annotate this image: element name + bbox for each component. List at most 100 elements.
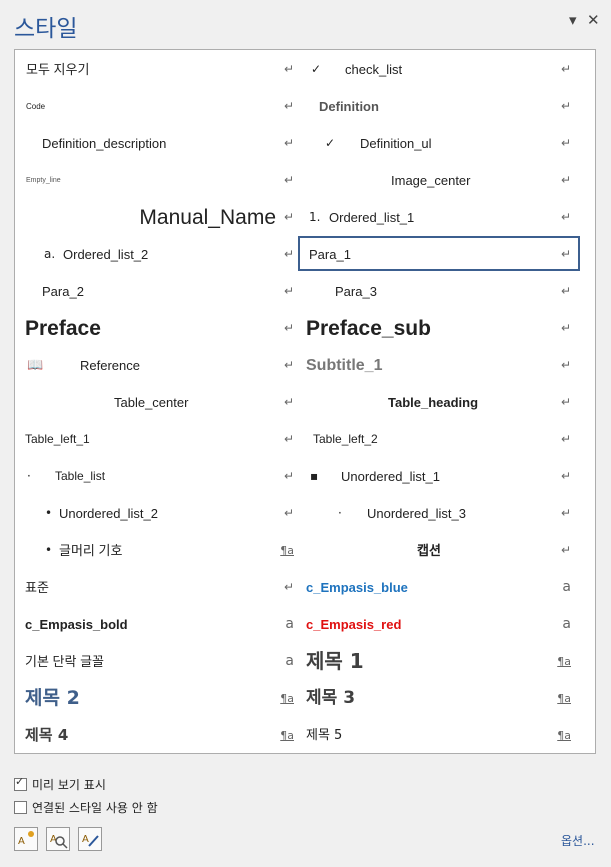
style-inspector-icon[interactable]: A bbox=[46, 827, 70, 851]
book-icon: 📖 bbox=[27, 358, 44, 373]
paragraph-mark-icon: ↵ bbox=[560, 247, 571, 261]
style-label: Ordered_list_2 bbox=[63, 247, 149, 262]
style-unordered-list-3[interactable]: · Unordered_list_3 ↵ bbox=[298, 495, 580, 530]
style-table-left-1[interactable]: Table_left_1 ↵ bbox=[21, 421, 303, 456]
paragraph-mark-icon: ↵ bbox=[560, 469, 571, 483]
bullet-icon: • bbox=[45, 543, 53, 557]
svg-text:A: A bbox=[82, 834, 89, 845]
paragraph-mark-icon: ↵ bbox=[560, 136, 571, 150]
style-label: 모두 지우기 bbox=[26, 62, 90, 77]
style-para-2[interactable]: Para_2 ↵ bbox=[21, 273, 303, 308]
style-ordered-list-1[interactable]: 1. Ordered_list_1 ↵ bbox=[298, 199, 580, 234]
style-label: Unordered_list_2 bbox=[59, 506, 159, 521]
style-ordered-list-2[interactable]: a. Ordered_list_2 ↵ bbox=[21, 236, 303, 271]
linked-style-icon: ¶a bbox=[557, 692, 571, 705]
style-label: Preface_sub bbox=[306, 317, 431, 340]
style-label: 캡션 bbox=[417, 543, 441, 558]
style-c-empasis-blue[interactable]: c_Empasis_blue a bbox=[298, 569, 580, 604]
style-heading-5[interactable]: 제목 5 ¶a bbox=[298, 717, 580, 752]
style-check-list[interactable]: ✓ check_list ↵ bbox=[298, 51, 580, 86]
style-empty-line[interactable]: Empty_line ↵ bbox=[21, 162, 303, 197]
style-preface-sub[interactable]: Preface_sub ↵ bbox=[298, 310, 580, 345]
style-caption[interactable]: 캡션 ↵ bbox=[298, 532, 580, 567]
disable-linked-styles-option[interactable]: 연결된 스타일 사용 안 함 bbox=[14, 798, 158, 816]
style-label: Table_left_1 bbox=[25, 432, 90, 446]
bullet-icon: · bbox=[338, 506, 342, 520]
check-icon: ✓ bbox=[311, 62, 322, 76]
style-unordered-list-1[interactable]: ▪ Unordered_list_1 ↵ bbox=[298, 458, 580, 493]
style-default-paragraph-font[interactable]: 기본 단락 글꼴 a bbox=[21, 643, 303, 678]
paragraph-mark-icon: ↵ bbox=[560, 62, 571, 76]
paragraph-mark-icon: ↵ bbox=[283, 210, 294, 224]
paragraph-mark-icon: ↵ bbox=[283, 173, 294, 187]
show-preview-option[interactable]: 미리 보기 표시 bbox=[14, 775, 106, 793]
disable-linked-styles-label: 연결된 스타일 사용 안 함 bbox=[32, 800, 158, 815]
style-clear-all[interactable]: 모두 지우기 ↵ bbox=[21, 51, 303, 86]
style-unordered-list-2[interactable]: • Unordered_list_2 ↵ bbox=[21, 495, 303, 530]
close-icon[interactable]: ✕ bbox=[587, 11, 600, 29]
linked-style-icon: ¶a bbox=[557, 655, 571, 668]
style-label: c_Empasis_bold bbox=[25, 617, 128, 632]
style-definition-ul[interactable]: ✓ Definition_ul ↵ bbox=[298, 125, 580, 160]
style-definition-description[interactable]: Definition_description ↵ bbox=[21, 125, 303, 160]
paragraph-mark-icon: ↵ bbox=[560, 506, 571, 520]
paragraph-mark-icon: ↵ bbox=[560, 432, 571, 446]
paragraph-mark-icon: ↵ bbox=[560, 210, 571, 224]
style-table-list[interactable]: · Table_list ↵ bbox=[21, 458, 303, 493]
style-subtitle-1[interactable]: Subtitle_1 ↵ bbox=[298, 347, 580, 382]
style-c-empasis-bold[interactable]: c_Empasis_bold a bbox=[21, 606, 303, 641]
style-label: Table_left_2 bbox=[313, 432, 378, 446]
style-label: 제목 1 bbox=[306, 649, 364, 673]
paragraph-mark-icon: ↵ bbox=[560, 543, 571, 557]
check-icon: ✓ bbox=[325, 136, 336, 150]
style-image-center[interactable]: Image_center ↵ bbox=[298, 162, 580, 197]
style-reference[interactable]: 📖 Reference ↵ bbox=[21, 347, 303, 382]
style-table-center[interactable]: Table_center ↵ bbox=[21, 384, 303, 419]
paragraph-mark-icon: ↵ bbox=[283, 358, 294, 372]
style-label: Definition_description bbox=[42, 136, 167, 151]
style-para-1[interactable]: Para_1 ↵ bbox=[298, 236, 580, 271]
paragraph-mark-icon: ↵ bbox=[283, 136, 294, 150]
paragraph-mark-icon: ↵ bbox=[283, 62, 294, 76]
character-style-icon: a bbox=[285, 616, 294, 632]
paragraph-mark-icon: ↵ bbox=[560, 321, 571, 335]
style-preface[interactable]: Preface ↵ bbox=[21, 310, 303, 345]
style-table-left-2[interactable]: Table_left_2 ↵ bbox=[298, 421, 580, 456]
style-c-empasis-red[interactable]: c_Empasis_red a bbox=[298, 606, 580, 641]
style-label: 표준 bbox=[25, 580, 49, 595]
options-link[interactable]: 옵션... bbox=[561, 832, 595, 849]
linked-style-icon: ¶a bbox=[280, 692, 294, 705]
linked-style-icon: ¶a bbox=[557, 729, 571, 742]
style-label: Table_center bbox=[114, 395, 189, 410]
style-label: c_Empasis_blue bbox=[306, 580, 408, 595]
style-heading-3[interactable]: 제목 3 ¶a bbox=[298, 680, 580, 715]
paragraph-mark-icon: ↵ bbox=[283, 469, 294, 483]
style-label: Manual_Name bbox=[139, 206, 276, 229]
disable-linked-styles-checkbox[interactable] bbox=[14, 800, 27, 814]
style-heading-4[interactable]: 제목 4 ¶a bbox=[21, 717, 303, 752]
style-heading-2[interactable]: 제목 2 ¶a bbox=[21, 680, 303, 715]
new-style-icon[interactable]: A bbox=[14, 827, 38, 851]
show-preview-checkbox[interactable] bbox=[14, 775, 27, 791]
style-label: 제목 2 bbox=[25, 687, 80, 709]
style-label: Empty_line bbox=[26, 177, 61, 184]
style-label: Para_1 bbox=[309, 247, 351, 262]
manage-styles-icon[interactable]: A bbox=[78, 827, 102, 851]
style-label: Code bbox=[26, 102, 46, 111]
style-heading-1[interactable]: 제목 1 ¶a bbox=[298, 643, 580, 678]
style-code[interactable]: Code ↵ bbox=[21, 88, 303, 123]
style-bullet[interactable]: • 글머리 기호 ¶a bbox=[21, 532, 303, 567]
paragraph-mark-icon: ↵ bbox=[283, 321, 294, 335]
character-style-icon: a bbox=[562, 616, 571, 632]
style-label: Definition bbox=[319, 99, 379, 114]
paragraph-mark-icon: ↵ bbox=[283, 395, 294, 409]
pane-options-icon[interactable]: ▾ bbox=[569, 11, 577, 29]
style-definition[interactable]: Definition ↵ bbox=[298, 88, 580, 123]
square-bullet-icon: ▪ bbox=[310, 469, 319, 483]
style-manual-name[interactable]: Manual_Name ↵ bbox=[21, 199, 303, 234]
style-normal[interactable]: 표준 ↵ bbox=[21, 569, 303, 604]
style-table-heading[interactable]: Table_heading ↵ bbox=[298, 384, 580, 419]
style-label: Preface bbox=[25, 317, 101, 340]
paragraph-mark-icon: ↵ bbox=[560, 173, 571, 187]
style-para-3[interactable]: Para_3 ↵ bbox=[298, 273, 580, 308]
